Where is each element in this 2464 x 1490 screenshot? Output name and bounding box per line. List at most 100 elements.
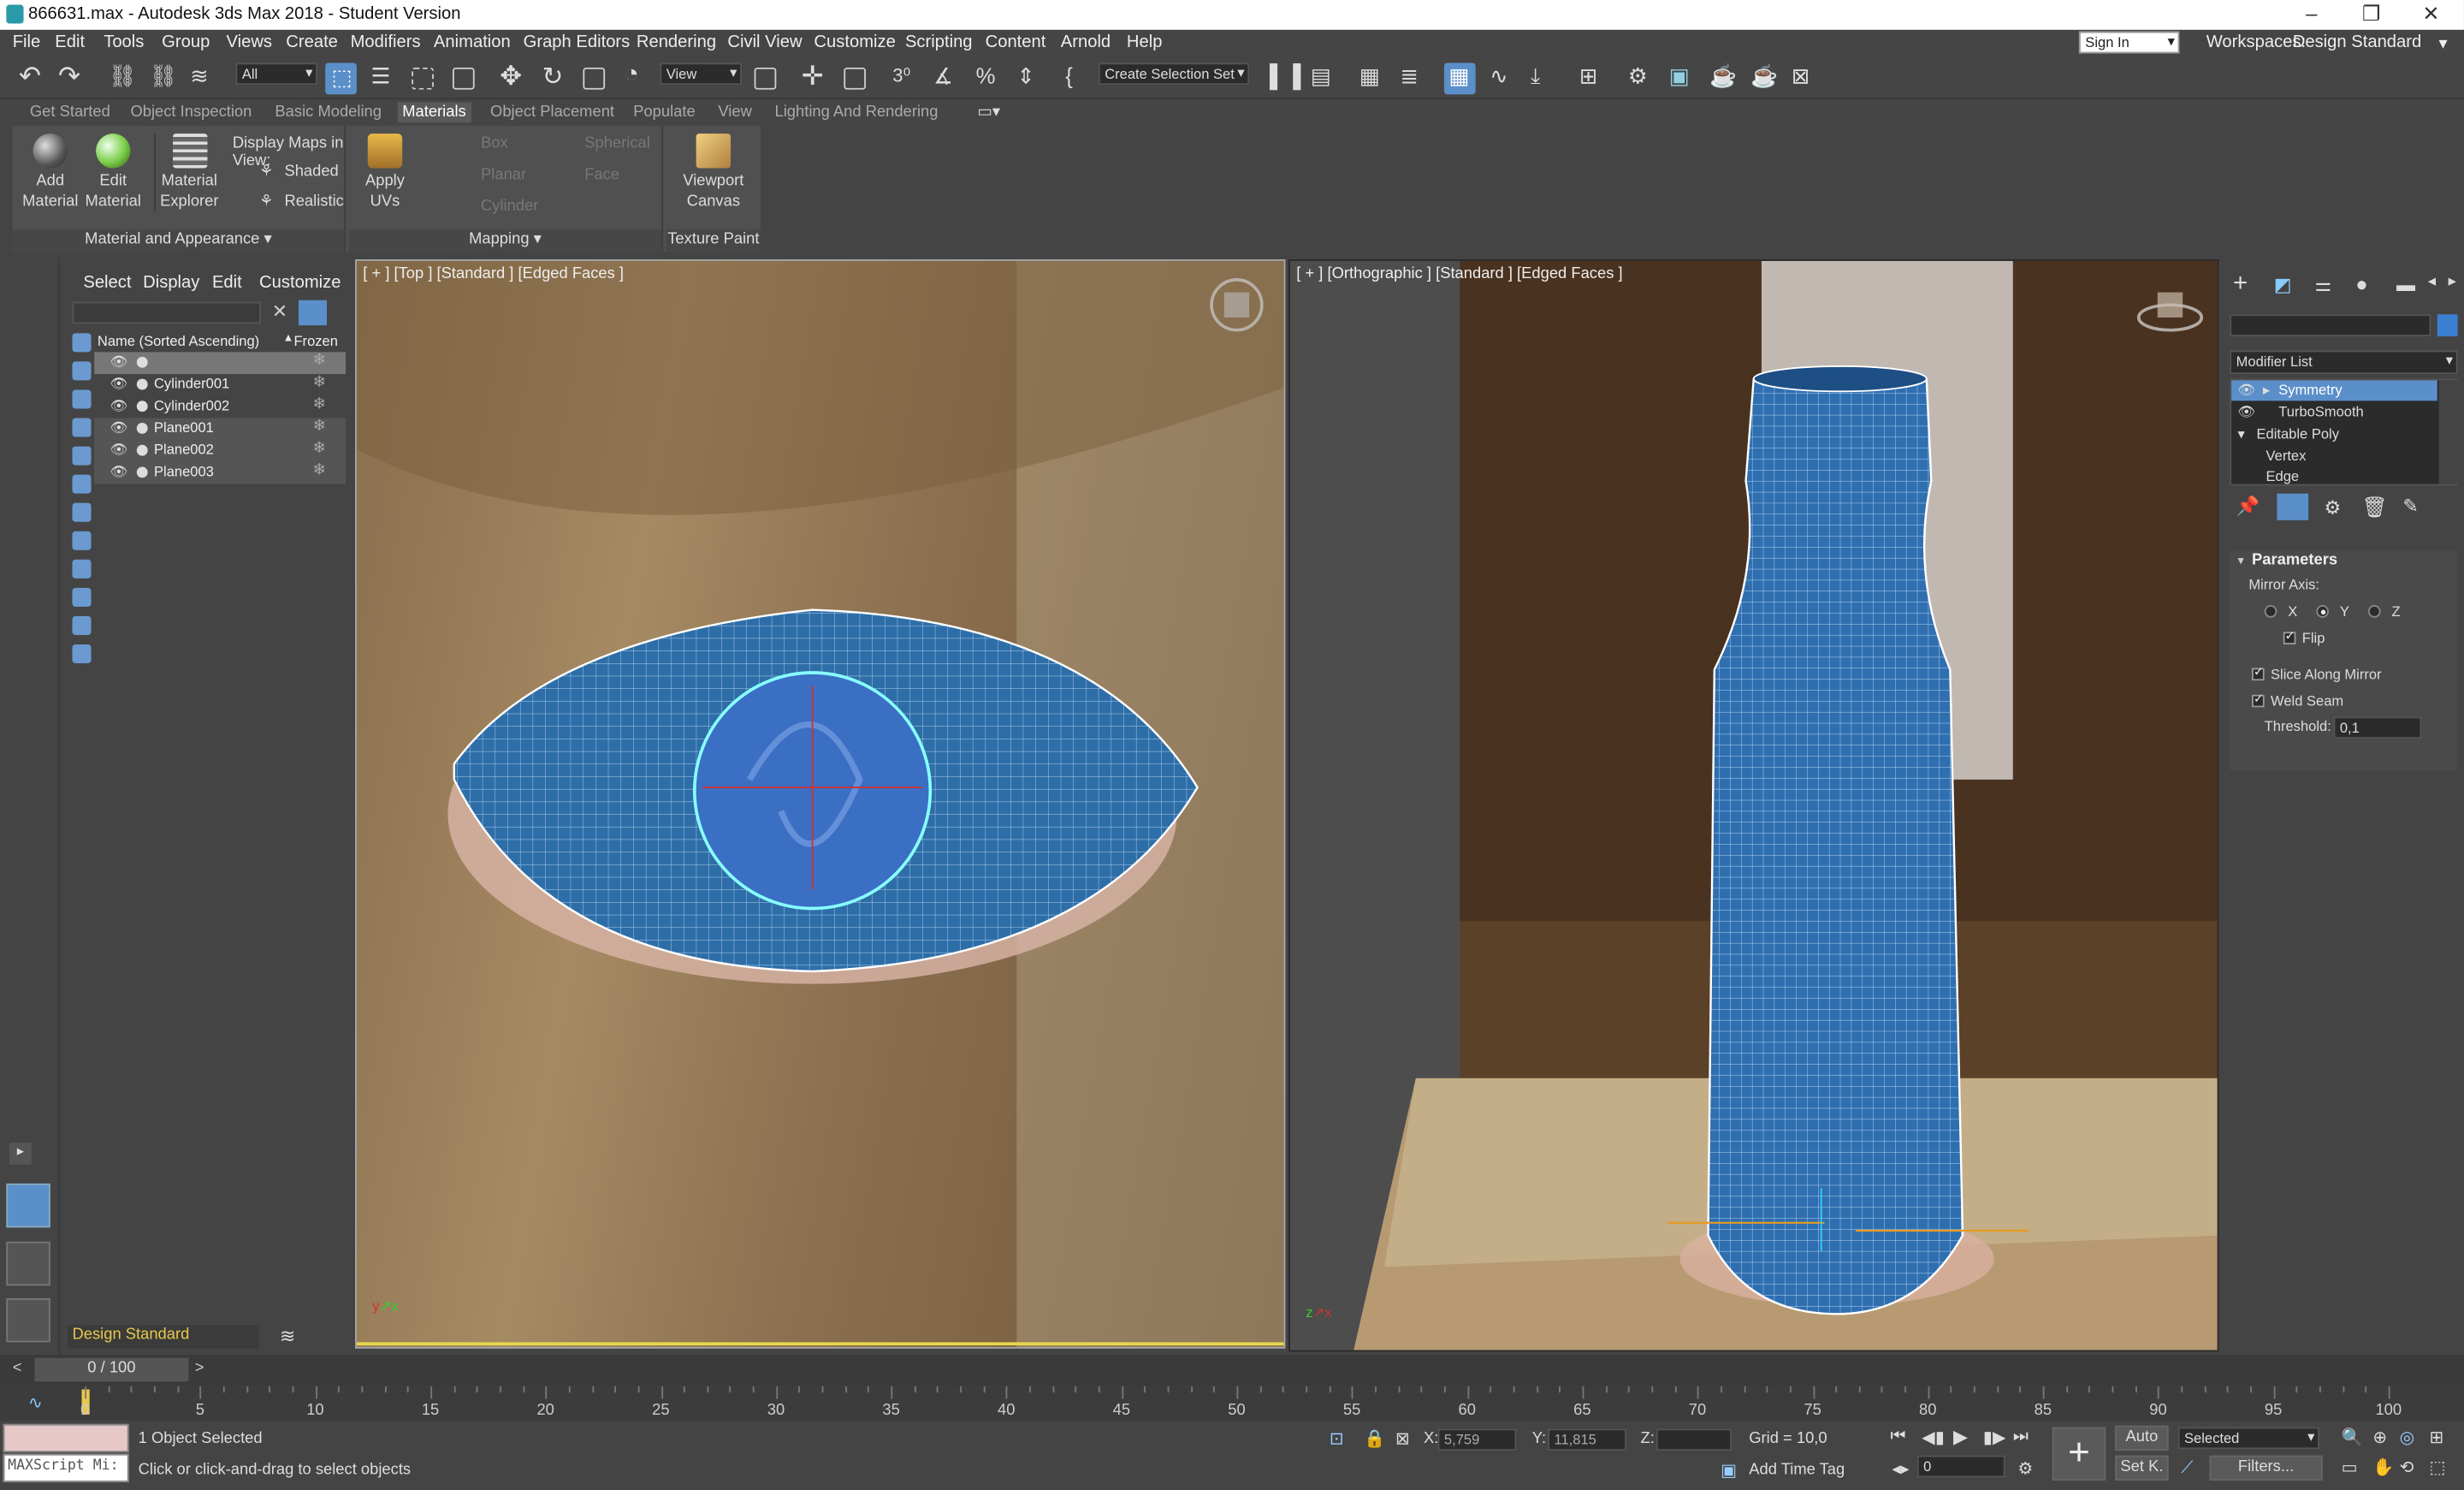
freeze-icon[interactable]: ❄: [313, 462, 326, 479]
mapping-footer[interactable]: Mapping ▾: [348, 229, 662, 252]
rotate-icon[interactable]: ↻: [537, 62, 569, 94]
menu-modifiers[interactable]: Modifiers: [351, 33, 421, 52]
material-appearance-footer[interactable]: Material and Appearance ▾: [12, 229, 345, 252]
spherical-map-option[interactable]: Spherical: [584, 135, 650, 152]
slice-checkbox[interactable]: [2251, 665, 2265, 681]
stack-item-edge[interactable]: Edge: [2266, 468, 2300, 484]
time-slider[interactable]: 0 / 100: [34, 1357, 189, 1382]
render-frame-icon[interactable]: ☕: [1705, 62, 1737, 94]
realistic-option[interactable]: Realistic: [284, 193, 343, 211]
modify-tab-icon[interactable]: ◩: [2274, 274, 2292, 296]
menu-rendering[interactable]: Rendering: [637, 33, 716, 52]
maxscript-mini-input[interactable]: MAXScript Mi:: [3, 1453, 129, 1482]
scale-icon[interactable]: [578, 62, 610, 94]
mirror-icon[interactable]: ▌▐: [1265, 62, 1300, 94]
eye-icon[interactable]: 👁: [110, 464, 128, 481]
render-dot-icon[interactable]: [136, 423, 148, 434]
render-dot-icon[interactable]: [136, 378, 148, 390]
snaps-toggle-icon[interactable]: 3⁰: [888, 62, 920, 94]
time-tag-icon[interactable]: ▣: [1721, 1460, 1737, 1481]
render-dot-icon[interactable]: [136, 444, 148, 456]
add-time-tag[interactable]: Add Time Tag: [1749, 1462, 1845, 1479]
box-map-option[interactable]: Box: [481, 135, 508, 152]
tab-populate[interactable]: Populate: [633, 104, 696, 121]
filter-icon[interactable]: [298, 300, 328, 326]
tab-materials[interactable]: Materials: [397, 102, 471, 123]
object-color-swatch[interactable]: [2437, 314, 2458, 337]
menu-civil-view[interactable]: Civil View: [727, 33, 802, 52]
undo-icon[interactable]: ↶: [15, 62, 47, 94]
maximize-viewport-icon[interactable]: ⬚: [2430, 1457, 2446, 1477]
eye-icon[interactable]: 👁: [110, 353, 128, 371]
object-name-field[interactable]: [2230, 314, 2431, 337]
eye-icon[interactable]: 👁: [110, 376, 128, 393]
reference-coord-dropdown[interactable]: View: [660, 62, 742, 86]
shaded-option[interactable]: Shaded: [284, 163, 338, 181]
menu-file[interactable]: File: [13, 33, 41, 52]
time-config-icon[interactable]: ⚙: [2017, 1458, 2033, 1479]
workspace-select[interactable]: Design Standard: [2293, 33, 2422, 52]
display-tab-icon[interactable]: ▬: [2396, 274, 2415, 296]
minimize-icon[interactable]: –: [2288, 2, 2335, 26]
zoom-extents-all-icon[interactable]: ⊞: [2430, 1428, 2444, 1447]
stack-item-vertex[interactable]: Vertex: [2266, 448, 2307, 463]
show-end-result-icon[interactable]: [2277, 493, 2309, 520]
freeze-icon[interactable]: ❄: [313, 440, 326, 457]
window-crossing-icon[interactable]: [447, 62, 479, 94]
select-object-icon[interactable]: ⬚: [325, 62, 357, 95]
freeze-icon[interactable]: ❄: [313, 352, 326, 369]
set-key-button[interactable]: Set K.: [2115, 1455, 2169, 1481]
zoom-extents-icon[interactable]: ◎: [2400, 1428, 2415, 1447]
edit-named-selection-icon[interactable]: {: [1059, 62, 1091, 94]
scene-row[interactable]: 👁 ❄: [94, 352, 346, 375]
play-icon[interactable]: ▶: [1953, 1426, 1968, 1448]
name-column-header[interactable]: Name (Sorted Ascending): [98, 333, 259, 348]
dope-sheet-icon[interactable]: ⤓: [1525, 62, 1557, 94]
select-by-name-icon[interactable]: ☰: [366, 62, 398, 94]
flip-checkbox[interactable]: [2283, 629, 2296, 644]
next-key-icon[interactable]: ▮▶: [1983, 1428, 2006, 1447]
configure-sets-icon[interactable]: ✎: [2402, 495, 2418, 517]
pin-stack-icon[interactable]: 📌: [2236, 495, 2260, 517]
key-selection-dropdown[interactable]: Selected: [2177, 1427, 2319, 1450]
spinner-snap-icon[interactable]: ⇕: [1010, 62, 1042, 94]
scene-tab-customize[interactable]: Customize: [259, 274, 341, 293]
helpers-filter-icon[interactable]: [72, 446, 92, 466]
render-production-icon[interactable]: ☕: [1746, 62, 1778, 94]
rollout-collapse-icon[interactable]: ▾: [2237, 553, 2243, 567]
spacewarps-filter-icon[interactable]: [72, 474, 92, 494]
pivot-center-icon[interactable]: [749, 62, 781, 94]
make-unique-icon[interactable]: ⚙: [2324, 496, 2341, 519]
scene-row[interactable]: 👁 Plane003 ❄: [94, 461, 346, 484]
threshold-spinner[interactable]: 0,1: [2333, 716, 2422, 739]
expand-icon[interactable]: ▸: [2263, 382, 2270, 399]
eye-icon[interactable]: 👁: [2237, 382, 2255, 399]
shaded-icon[interactable]: ⚘: [259, 163, 273, 181]
stack-item-symmetry[interactable]: Symmetry: [2278, 382, 2342, 397]
tab-lighting-rendering[interactable]: Lighting And Rendering: [774, 104, 938, 121]
z-coord-field[interactable]: [1656, 1428, 1732, 1451]
axis-z-radio[interactable]: [2367, 605, 2381, 618]
planar-map-option[interactable]: Planar: [481, 167, 526, 184]
collapse-icon[interactable]: ▾: [2237, 426, 2244, 443]
eye-icon[interactable]: 👁: [110, 398, 128, 415]
lock-icon[interactable]: 🔒: [1364, 1428, 1385, 1449]
zoom-icon[interactable]: 🔍: [2342, 1428, 2363, 1447]
pan-icon[interactable]: ✋: [2372, 1457, 2394, 1477]
expand-icon[interactable]: ▸: [9, 1143, 32, 1165]
hierarchy-tab-icon[interactable]: ⚌: [2314, 274, 2331, 296]
scene-row[interactable]: 👁 Cylinder001 ❄: [94, 374, 346, 396]
render-dot-icon[interactable]: [136, 356, 148, 368]
menu-help[interactable]: Help: [1127, 33, 1163, 52]
parameters-title[interactable]: Parameters: [2252, 552, 2337, 569]
zoom-all-icon[interactable]: ⊕: [2372, 1428, 2387, 1447]
field-of-view-icon[interactable]: ▭: [2342, 1457, 2358, 1477]
modifier-list-dropdown[interactable]: Modifier List: [2230, 350, 2458, 375]
track-bar[interactable]: ∿ 0 5 10 15 20 25 30 35 40 45 50 55 60 65 70 75 80 85 90 95…: [0, 1386, 2464, 1422]
cylinder-map-option[interactable]: Cylinder: [481, 198, 538, 215]
toggle-ribbon-icon[interactable]: ▦: [1443, 62, 1476, 95]
scene-row[interactable]: 👁 Plane002 ❄: [94, 440, 346, 462]
menu-tools[interactable]: Tools: [104, 33, 144, 52]
y-coord-field[interactable]: 11,815: [1548, 1428, 1626, 1451]
stack-item-editable-poly[interactable]: Editable Poly: [2257, 426, 2340, 442]
